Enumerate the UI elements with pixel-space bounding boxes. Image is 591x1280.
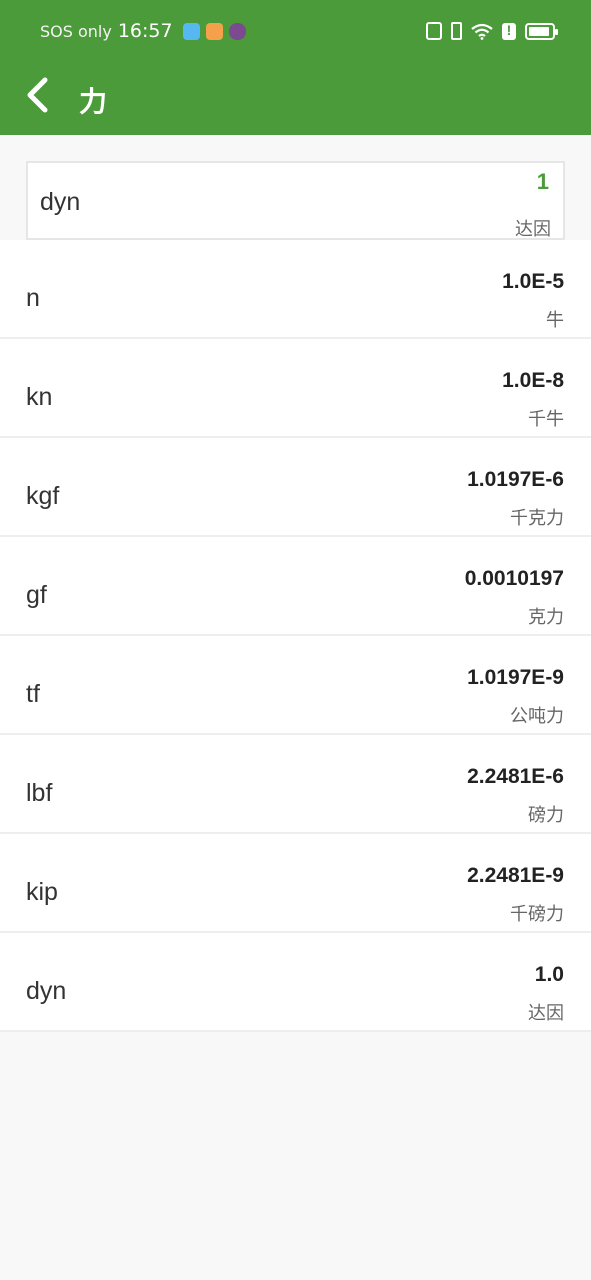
nfc-icon [426,22,442,40]
list-item[interactable]: lbf 2.2481E-6 磅力 [0,735,591,834]
unit-symbol: tf [26,680,40,708]
chevron-left-icon [27,77,48,113]
battery-icon [525,22,558,40]
notification-icons [182,22,246,40]
page-title: 力 [79,85,108,118]
input-card[interactable]: dyn 达因 [26,161,565,240]
wifi-icon [471,23,493,40]
converted-value: 1.0E-5 [502,270,564,293]
unit-name: 千克力 [510,508,564,528]
converted-value: 1.0 [534,963,564,986]
list-item[interactable]: gf 0.0010197 克力 [0,537,591,636]
app-notification-icon [182,22,200,40]
list-item[interactable]: kgf 1.0197E-6 千克力 [0,438,591,537]
unit-symbol: n [26,284,40,312]
unit-symbol: gf [26,581,47,609]
unit-name: 磅力 [528,805,564,825]
unit-name: 达因 [528,1003,564,1023]
unit-name: 千磅力 [510,904,564,924]
list-item[interactable]: kip 2.2481E-9 千磅力 [0,834,591,933]
unit-name: 千牛 [528,409,564,429]
carrier-text: SOS only [40,21,112,41]
status-bar: SOS only 16:57 [0,0,591,66]
unit-symbol: kgf [26,482,60,510]
list-item[interactable]: kn 1.0E-8 千牛 [0,339,591,438]
app-notification-icon [205,22,223,40]
converted-value: 2.2481E-9 [467,864,564,887]
vibrate-icon [451,22,462,40]
list-item[interactable]: tf 1.0197E-9 公吨力 [0,636,591,735]
unit-name: 公吨力 [510,706,564,726]
alert-icon [502,22,516,40]
unit-symbol: kn [26,383,53,411]
results-list: n 1.0E-5 牛 kn 1.0E-8 千牛 kgf 1.0197E-6 千克… [0,240,591,1032]
list-item[interactable]: dyn 1.0 达因 [0,933,591,1032]
back-button[interactable] [22,74,62,118]
converted-value: 2.2481E-6 [467,765,564,788]
unit-name: 牛 [546,310,564,330]
app-bar: SOS only 16:57 ! 力 [0,0,591,135]
value-input[interactable] [349,169,549,195]
status-right [426,22,558,40]
input-unit-name: 达因 [515,219,551,239]
unit-symbol: kip [26,878,58,906]
status-time: 16:57 [117,20,173,42]
status-left: SOS only 16:57 [40,20,246,42]
converted-value: 1.0197E-9 [467,666,564,689]
unit-symbol: lbf [26,779,53,807]
converted-value: 1.0E-8 [502,369,564,392]
input-unit-symbol: dyn [40,188,81,216]
app-notification-icon [228,22,246,40]
converted-value: 1.0197E-6 [467,468,564,491]
list-item[interactable]: n 1.0E-5 牛 [0,240,591,339]
unit-name: 克力 [528,607,564,627]
converted-value: 0.0010197 [464,567,564,590]
unit-symbol: dyn [26,977,67,1005]
